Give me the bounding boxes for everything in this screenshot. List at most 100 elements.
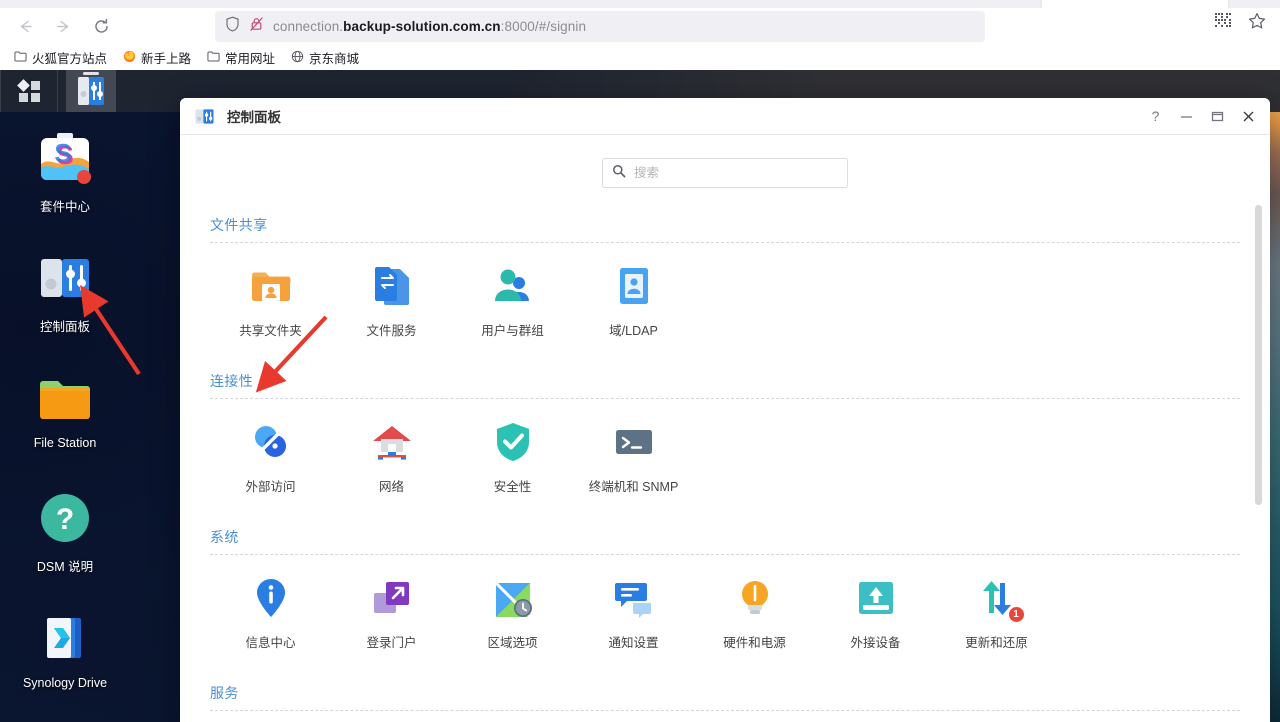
scrollbar-thumb[interactable] xyxy=(1255,205,1262,505)
tile-task-scheduler[interactable]: 任务计划 xyxy=(573,717,694,722)
reload-button[interactable] xyxy=(84,12,118,42)
tile-file-services[interactable]: 文件服务 xyxy=(331,249,452,347)
desktop-icon-dsm-help[interactable]: ? DSM 说明 xyxy=(0,482,130,602)
control-panel-icon xyxy=(78,77,104,105)
tile-shared-folder[interactable]: 共享文件夹 xyxy=(210,249,331,347)
tile-info-center[interactable]: 信息中心 xyxy=(210,561,331,659)
lock-slash-icon[interactable] xyxy=(249,16,264,37)
section-system: 系统 信息中心 登录门户 区域选项 通知设置 硬件和电源 外接设备 1 更新和还… xyxy=(210,509,1240,659)
tile-hardware-power[interactable]: 硬件和电源 xyxy=(694,561,815,659)
update-badge: 1 xyxy=(1007,606,1025,623)
file-station-folder-icon xyxy=(37,370,93,426)
tile-label: 区域选项 xyxy=(487,636,538,650)
browser-tab[interactable] xyxy=(1042,0,1228,8)
section-divider xyxy=(210,398,1240,399)
section-tiles: 信息中心 登录门户 区域选项 通知设置 硬件和电源 外接设备 1 更新和还原 xyxy=(210,561,1240,659)
app-grid-icon xyxy=(16,78,40,102)
maximize-button[interactable] xyxy=(1202,101,1233,131)
section-divider xyxy=(210,710,1240,711)
qr-code-icon[interactable] xyxy=(1215,12,1232,35)
regional-options-icon xyxy=(490,575,536,621)
tile-users-groups[interactable]: 用户与群组 xyxy=(452,249,573,347)
tile-label: 共享文件夹 xyxy=(239,324,302,338)
tile-label: 更新和还原 xyxy=(965,636,1028,650)
bookmark-star-icon[interactable] xyxy=(1248,12,1266,35)
tile-domain-ldap[interactable]: 域/LDAP xyxy=(573,249,694,347)
users-groups-icon xyxy=(490,263,536,309)
desktop-icon-label: DSM 说明 xyxy=(36,560,94,574)
bookmarks-toolbar: 火狐官方站点 新手上路 常用网址 京东商城 xyxy=(0,45,1280,70)
tile-label: 文件服务 xyxy=(366,324,417,338)
tile-network[interactable]: 网络 xyxy=(331,405,452,503)
url-text: connection.backup-solution.com.cn:8000/#… xyxy=(273,19,586,34)
bookmark-label: 常用网址 xyxy=(225,52,276,66)
section-connectivity: 连接性 外部访问 网络 安全性 终端机和 SNMP xyxy=(210,353,1240,503)
search-input[interactable] xyxy=(634,166,824,180)
bookmark-label: 新手上路 xyxy=(141,52,192,66)
content-scrollbar[interactable] xyxy=(1255,205,1262,715)
taskbar-divider-right xyxy=(57,70,58,112)
terminal-snmp-icon xyxy=(611,419,657,465)
section-title: 服务 xyxy=(210,685,239,701)
external-access-icon xyxy=(248,419,294,465)
desktop-icon-label: 控制面板 xyxy=(39,320,90,334)
search-box[interactable] xyxy=(602,158,848,188)
desktop-icon-label: File Station xyxy=(33,436,97,450)
tab-strip xyxy=(0,0,1280,8)
desktop-icon-synology-drive[interactable]: Synology Drive xyxy=(0,602,130,722)
tile-security[interactable]: 安全性 xyxy=(452,405,573,503)
section-divider xyxy=(210,554,1240,555)
firefox-icon xyxy=(123,50,136,66)
package-center-icon: S S xyxy=(37,130,93,186)
section-divider xyxy=(210,242,1240,243)
taskbar-app-menu-button[interactable] xyxy=(1,70,57,112)
synology-drive-icon xyxy=(37,610,93,666)
tile-app-privileges[interactable]: 应用程序权限 xyxy=(331,717,452,722)
help-button[interactable]: ? xyxy=(1140,101,1171,131)
window-title: 控制面板 xyxy=(227,110,281,125)
tile-update-restore[interactable]: 1 更新和还原 xyxy=(936,561,1057,659)
tile-label: 通知设置 xyxy=(608,636,659,650)
tile-terminal-snmp[interactable]: 终端机和 SNMP xyxy=(573,405,694,503)
tile-indexing-service[interactable]: 索引服务 xyxy=(452,717,573,722)
svg-text:?: ? xyxy=(56,503,74,536)
tile-login-portal[interactable]: 登录门户 xyxy=(331,561,452,659)
control-panel-titlebar[interactable]: 控制面板 ? xyxy=(180,98,1270,135)
minimize-button[interactable] xyxy=(1171,101,1202,131)
bookmark-item-changyong[interactable]: 常用网址 xyxy=(201,46,281,69)
desktop-icon-label: 套件中心 xyxy=(39,200,90,214)
address-bar[interactable]: connection.backup-solution.com.cn:8000/#… xyxy=(215,11,985,42)
hardware-power-icon xyxy=(732,575,778,621)
section-tiles: Synology 帐户 应用程序权限 xyxy=(210,717,1240,722)
bookmark-label: 京东商城 xyxy=(309,52,360,66)
desktop-icon-label: Synology Drive xyxy=(22,676,108,690)
section-title: 系统 xyxy=(210,529,239,545)
tile-label: 安全性 xyxy=(493,480,532,494)
back-button[interactable] xyxy=(8,12,42,42)
url-suffix: :8000/#/signin xyxy=(500,19,587,34)
desktop-icon-control-panel[interactable]: 控制面板 xyxy=(0,242,130,362)
tile-synology-account[interactable]: Synology 帐户 xyxy=(210,717,331,722)
back-arrow-icon xyxy=(20,20,32,33)
desktop-icon-package-center[interactable]: S S 套件中心 xyxy=(0,122,130,242)
tile-external-devices[interactable]: 外接设备 xyxy=(815,561,936,659)
desktop-icon-file-station[interactable]: File Station xyxy=(0,362,130,482)
folder-icon xyxy=(207,50,220,66)
bookmark-item-xinshou[interactable]: 新手上路 xyxy=(117,46,197,69)
tile-external-access[interactable]: 外部访问 xyxy=(210,405,331,503)
desktop-icon-list: S S 套件中心 控制面板 File Station ? DSM 说明 Syno… xyxy=(0,122,130,722)
close-button[interactable] xyxy=(1233,101,1264,131)
browser-chrome: connection.backup-solution.com.cn:8000/#… xyxy=(0,0,1280,70)
taskbar-item-control-panel[interactable] xyxy=(66,70,116,112)
forward-arrow-icon xyxy=(56,20,68,33)
tile-regional-options[interactable]: 区域选项 xyxy=(452,561,573,659)
bookmark-item-jingdong[interactable]: 京东商城 xyxy=(285,46,365,69)
forward-button[interactable] xyxy=(46,12,80,42)
tile-label: 硬件和电源 xyxy=(723,636,786,650)
shield-icon[interactable] xyxy=(225,16,240,37)
tile-label: 信息中心 xyxy=(245,636,296,650)
security-shield-icon xyxy=(490,419,536,465)
tile-notification[interactable]: 通知设置 xyxy=(573,561,694,659)
folder-icon xyxy=(14,50,27,66)
bookmark-item-huohu[interactable]: 火狐官方站点 xyxy=(8,46,113,69)
